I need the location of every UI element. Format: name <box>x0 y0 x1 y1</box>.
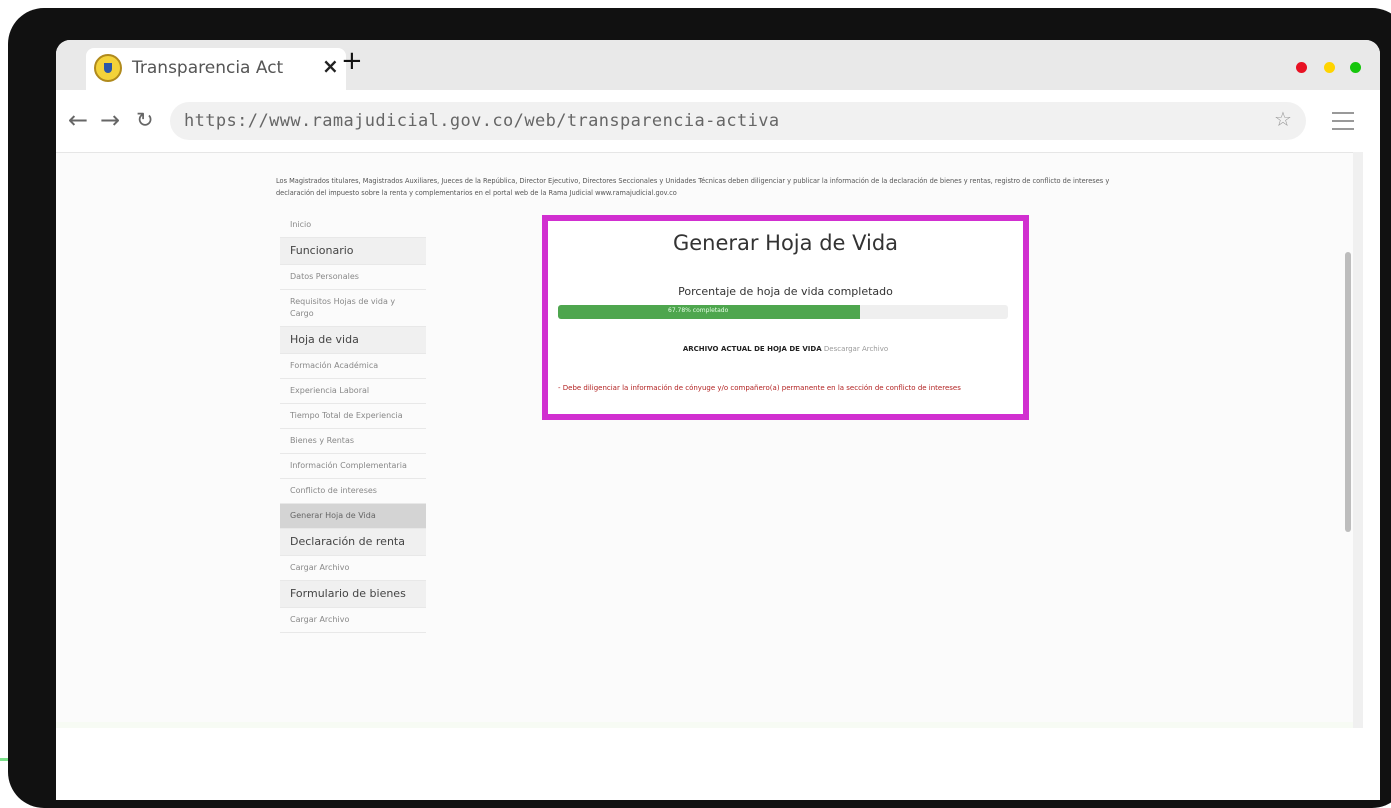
hamburger-menu-icon[interactable] <box>1332 112 1354 136</box>
forward-arrow-icon[interactable]: → <box>100 106 120 134</box>
tab-bar: Transparencia Act × + <box>56 40 1380 90</box>
page-bottom-strip <box>56 722 1353 728</box>
url-field[interactable]: https://www.ramajudicial.gov.co/web/tran… <box>170 102 1306 140</box>
download-file-link[interactable]: Descargar Archivo <box>824 345 888 353</box>
generate-cv-panel: Generar Hoja de Vida Porcentaje de hoja … <box>542 215 1029 420</box>
sidebar-item-experiencia[interactable]: Experiencia Laboral <box>280 379 426 404</box>
browser-window: Transparencia Act × + ← → ↻ https://www.… <box>56 40 1380 800</box>
sidebar-heading-funcionario: Funcionario <box>280 238 426 265</box>
progress-label: Porcentaje de hoja de vida completado <box>678 285 893 298</box>
sidebar-item-cargar-renta[interactable]: Cargar Archivo <box>280 556 426 581</box>
page-viewport: Los Magistrados titulares, Magistrados A… <box>56 152 1380 800</box>
sidebar-item-informacion[interactable]: Información Complementaria <box>280 454 426 479</box>
intro-text: Los Magistrados titulares, Magistrados A… <box>276 177 1110 197</box>
sidebar-item-cargar-bienes[interactable]: Cargar Archivo <box>280 608 426 633</box>
sidebar-item-tiempo-total[interactable]: Tiempo Total de Experiencia <box>280 404 426 429</box>
scrollbar-track[interactable] <box>1353 152 1363 728</box>
panel-title: Generar Hoja de Vida <box>672 231 899 255</box>
back-arrow-icon[interactable]: ← <box>68 106 88 134</box>
warning-message: - Debe diligenciar la información de cón… <box>558 384 961 392</box>
sidebar-item-formacion[interactable]: Formación Académica <box>280 354 426 379</box>
window-minimize-dot[interactable] <box>1324 62 1335 73</box>
sidebar-item-requisitos[interactable]: Requisitos Hojas de vida y Cargo <box>280 290 426 327</box>
sidebar-item-conflicto[interactable]: Conflicto de intereses <box>280 479 426 504</box>
sidebar-heading-hoja-de-vida: Hoja de vida <box>280 327 426 354</box>
sidebar-heading-formulario: Formulario de bienes <box>280 581 426 608</box>
tab-title: Transparencia Act <box>132 58 284 78</box>
current-file-line: ARCHIVO ACTUAL DE HOJA DE VIDA Descargar… <box>548 345 1023 353</box>
browser-tab[interactable]: Transparencia Act × <box>86 48 346 90</box>
scrollbar-thumb[interactable] <box>1345 252 1351 532</box>
colombia-seal-icon <box>94 54 122 82</box>
device-frame: Transparencia Act × + ← → ↻ https://www.… <box>8 8 1391 808</box>
address-bar-row: ← → ↻ https://www.ramajudicial.gov.co/we… <box>56 90 1380 152</box>
green-edge-accent <box>0 758 8 761</box>
progress-bar-fill: 67.78% completado <box>558 305 860 319</box>
sidebar-item-datos-personales[interactable]: Datos Personales <box>280 265 426 290</box>
progress-bar: 67.78% completado <box>558 305 1008 319</box>
page-content: Los Magistrados titulares, Magistrados A… <box>56 152 1353 723</box>
reload-icon[interactable]: ↻ <box>136 108 154 132</box>
sidebar: Inicio Funcionario Datos Personales Requ… <box>280 213 426 633</box>
bookmark-star-icon[interactable]: ☆ <box>1274 107 1292 131</box>
window-close-dot[interactable] <box>1296 62 1307 73</box>
url-text: https://www.ramajudicial.gov.co/web/tran… <box>184 111 780 131</box>
window-maximize-dot[interactable] <box>1350 62 1361 73</box>
sidebar-item-inicio[interactable]: Inicio <box>280 213 426 238</box>
sidebar-item-bienes[interactable]: Bienes y Rentas <box>280 429 426 454</box>
current-file-label: ARCHIVO ACTUAL DE HOJA DE VIDA <box>682 345 822 353</box>
sidebar-heading-declaracion: Declaración de renta <box>280 529 426 556</box>
sidebar-item-generar[interactable]: Generar Hoja de Vida <box>280 504 426 529</box>
close-tab-icon[interactable]: × <box>322 54 339 78</box>
progress-bar-text: 67.78% completado <box>668 307 729 314</box>
new-tab-button[interactable]: + <box>341 48 363 74</box>
